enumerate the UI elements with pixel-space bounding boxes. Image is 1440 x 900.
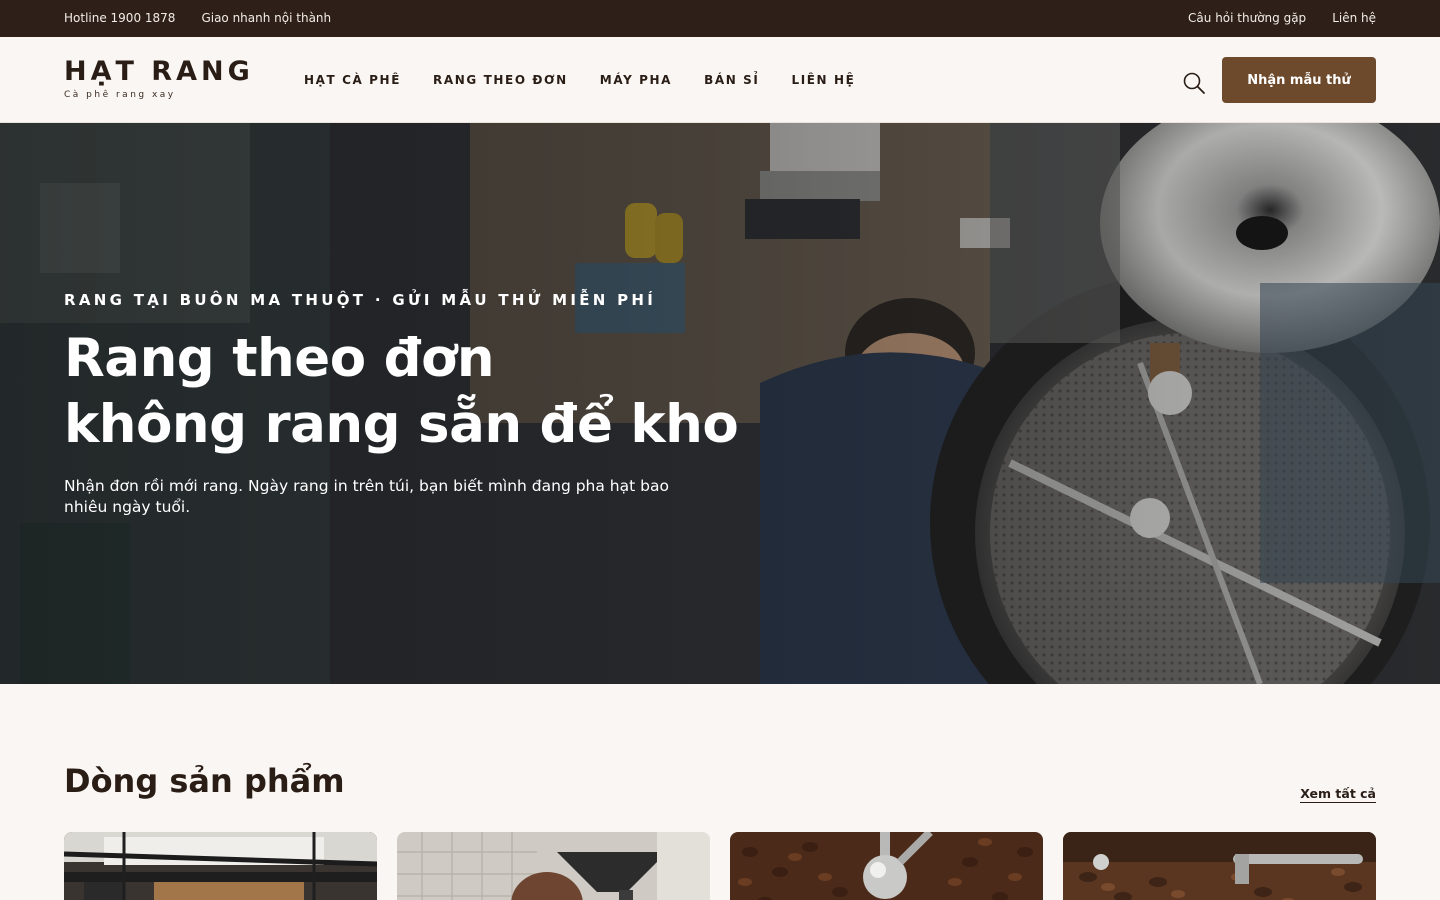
nav-item-roast-to-order[interactable]: RANG THEO ĐƠN [433, 73, 568, 87]
hero-eyebrow: RANG TẠI BUÔN MA THUỘT · GỬI MẪU THỬ MIỄ… [64, 291, 657, 309]
hero-title-line-2: không rang sẵn để kho [64, 394, 739, 455]
product-card-list [64, 832, 1376, 900]
product-card[interactable] [730, 832, 1043, 900]
product-image-roasted-beans [730, 832, 1043, 900]
logo[interactable]: HẠT RANG Cà phê rang xay [64, 58, 254, 100]
utility-bar-right: Câu hỏi thường gặp Liên hệ [1188, 11, 1376, 25]
nav-item-wholesale[interactable]: BÁN SỈ [704, 73, 759, 87]
hero-subtitle: Nhận đơn rồi mới rang. Ngày rang in trên… [64, 477, 669, 516]
site-header: HẠT RANG Cà phê rang xay HẠT CÀ PHÊ RANG… [0, 37, 1440, 123]
product-card[interactable] [1063, 832, 1376, 900]
utility-bar-left: Hotline 1900 1878 Giao nhanh nội thành [64, 11, 331, 25]
product-card[interactable] [397, 832, 710, 900]
see-all-link[interactable]: Xem tất cả [1300, 786, 1376, 803]
hotline-link[interactable]: Hotline 1900 1878 [64, 11, 175, 25]
product-card[interactable] [64, 832, 377, 900]
delivery-info: Giao nhanh nội thành [201, 11, 332, 25]
nav-item-contact[interactable]: LIÊN HỆ [791, 73, 855, 87]
logo-tagline: Cà phê rang xay [64, 90, 176, 100]
utility-bar: Hotline 1900 1878 Giao nhanh nội thành C… [0, 0, 1440, 37]
product-image-cooling-tray [1063, 832, 1376, 900]
product-image-cafe-interior [64, 832, 377, 900]
product-image-roaster-operator [397, 832, 710, 900]
nav-item-machines[interactable]: MÁY PHA [600, 73, 672, 87]
contact-link[interactable]: Liên hệ [1332, 11, 1376, 25]
hero-title: Rang theo đơn không rang sẵn để kho [64, 326, 739, 458]
products-section-title: Dòng sản phẩm [64, 762, 345, 800]
main-nav: HẠT CÀ PHÊ RANG THEO ĐƠN MÁY PHA BÁN SỈ … [304, 73, 855, 87]
hero-banner: RANG TẠI BUÔN MA THUỘT · GỬI MẪU THỬ MIỄ… [0, 123, 1440, 684]
search-icon[interactable] [1182, 71, 1206, 95]
get-sample-button[interactable]: Nhận mẫu thử [1222, 57, 1376, 103]
hero-title-line-1: Rang theo đơn [64, 328, 495, 389]
faq-link[interactable]: Câu hỏi thường gặp [1188, 11, 1306, 25]
nav-item-coffee-beans[interactable]: HẠT CÀ PHÊ [304, 73, 401, 87]
logo-name: HẠT RANG [64, 56, 254, 87]
